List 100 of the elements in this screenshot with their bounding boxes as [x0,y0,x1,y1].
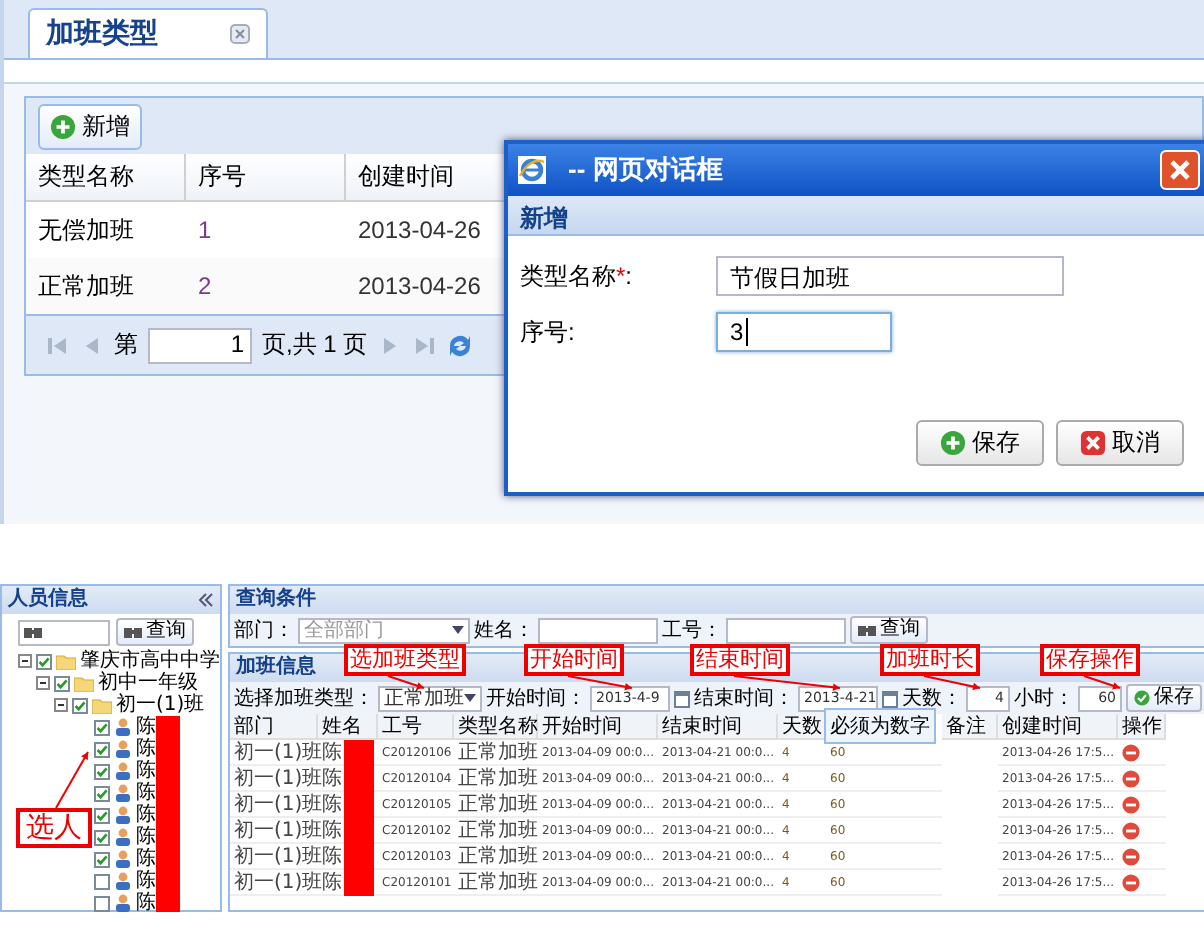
column-header[interactable]: 备注 [942,714,998,740]
checkbox[interactable] [94,763,110,779]
checkbox[interactable] [94,785,110,801]
tree-label[interactable]: 陈 [136,782,156,804]
field-label: 选择加班类型： [234,685,374,712]
annotation-arrow [923,675,981,691]
table-cell: 初一(1)班 [230,870,318,896]
tree-label[interactable]: 初一(1)班 [116,694,205,716]
checkbox[interactable] [94,895,110,911]
search-field[interactable] [18,619,110,645]
checkbox[interactable] [94,873,110,889]
page-input[interactable]: 1 [148,327,252,363]
table-cell: 正常加班 [454,844,538,870]
close-button[interactable] [1160,150,1200,190]
field-label: 结束时间： [694,685,794,712]
search-icon [24,624,42,640]
delete-icon[interactable] [1122,821,1140,839]
field-label: 工号： [662,618,722,644]
add-button[interactable]: 新增 [38,103,142,149]
panel-title: 加班信息 [236,654,316,682]
annotation-label: 开始时间 [524,644,624,676]
column-header[interactable]: 姓名 [318,714,378,740]
tab[interactable]: 加班类型 [28,8,268,58]
column-header[interactable]: 序号 [186,154,346,202]
save-button[interactable]: 保存 [1126,684,1202,712]
tree-label[interactable]: 陈 [136,892,156,912]
calendar-icon[interactable] [882,689,898,707]
column-header[interactable]: 工号 [378,714,454,740]
column-header[interactable]: 类型名称 [454,714,538,740]
collapse-icon[interactable] [198,592,214,608]
delete-icon[interactable] [1122,743,1140,761]
input-field[interactable]: 3 [716,312,892,352]
form-header: 新增 [508,196,1204,236]
checkbox[interactable] [94,741,110,757]
annotation-arrow [387,675,425,690]
checkbox[interactable] [54,675,70,691]
text-field[interactable] [726,617,846,643]
close-icon [1168,158,1192,182]
field-label: 开始时间： [486,685,586,712]
search-button[interactable]: 查询 [850,616,928,644]
cancel-icon [1080,430,1106,456]
search-button[interactable]: 查询 [116,618,194,646]
column-header[interactable]: 结束时间 [658,714,778,740]
checkbox[interactable] [36,653,52,669]
person-icon [114,850,132,868]
search-icon [858,622,876,638]
browser-icon [516,154,548,186]
tree-label[interactable]: 初中一年级 [98,672,198,694]
input-field[interactable]: 节假日加班 [716,256,1064,296]
tree-label[interactable]: 陈 [136,716,156,738]
table-cell: 初一(1)班 [230,844,318,870]
column-header[interactable]: 部门 [230,714,318,740]
caret-icon [452,626,464,634]
search-icon [124,624,142,640]
table-cell: 初一(1)班 [230,766,318,792]
column-header[interactable]: 开始时间 [538,714,658,740]
tree-label[interactable]: 肇庆市高中中学 [80,650,220,672]
tree-label[interactable]: 陈 [136,870,156,892]
annotation-label: 结束时间 [690,644,790,676]
pager-label: 页,共 1 页 [262,328,368,362]
field-label: 序号: [520,315,577,349]
text-field[interactable] [538,617,658,643]
table-cell: 初一(1)班 [230,740,318,766]
close-icon[interactable] [230,24,250,44]
person-icon [114,718,132,736]
annotation-arrow [55,751,89,809]
column-header[interactable]: 类型名称 [26,154,186,202]
collapse-icon[interactable] [18,654,32,668]
column-header[interactable]: 天数 [778,714,826,740]
collapse-icon[interactable] [54,698,68,712]
tree-label[interactable]: 陈 [136,760,156,782]
table-cell: 正常加班 [454,870,538,896]
refresh-icon[interactable] [445,331,474,359]
calendar-icon[interactable] [674,689,690,707]
pager-label: 第 [114,328,138,362]
tree-label[interactable]: 陈 [136,804,156,826]
delete-icon[interactable] [1122,769,1140,787]
checkbox[interactable] [94,851,110,867]
column-header[interactable]: 创建时间 [998,714,1118,740]
column-header[interactable]: 操作 [1118,714,1166,740]
field-label: 天数： [902,686,962,712]
save-button[interactable]: 保存 [916,420,1044,466]
delete-icon[interactable] [1122,795,1140,813]
annotation-arrow [1083,675,1121,690]
collapse-icon[interactable] [36,676,50,690]
checkbox[interactable] [72,697,88,713]
checkbox[interactable] [94,829,110,845]
delete-icon[interactable] [1122,847,1140,865]
select-field[interactable]: 正常加班 [378,685,482,711]
table-cell: 2013-04-26 [346,258,506,314]
cancel-button[interactable]: 取消 [1056,420,1184,466]
delete-icon[interactable] [1122,873,1140,891]
annotation-arrow [733,675,841,691]
person-icon [114,806,132,824]
tree-label[interactable]: 陈 [136,848,156,870]
annotation-arrow [567,675,633,691]
tree-label[interactable]: 陈 [136,826,156,848]
checkbox[interactable] [94,807,110,823]
tree-label[interactable]: 陈 [136,738,156,760]
checkbox[interactable] [94,719,110,735]
